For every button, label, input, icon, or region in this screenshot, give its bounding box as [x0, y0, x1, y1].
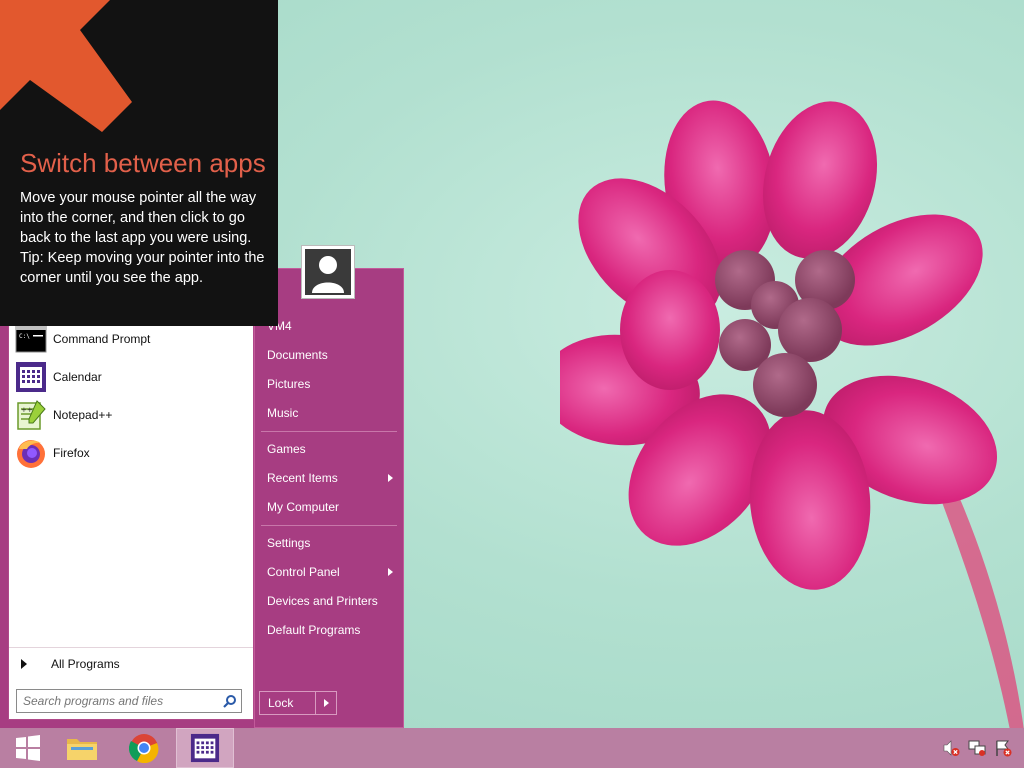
start-button[interactable] — [0, 728, 56, 768]
program-item-calendar[interactable]: Calendar — [13, 359, 249, 395]
place-item-games[interactable]: Games — [261, 436, 399, 462]
programs-pane: C:\ Command Prompt Calendar ++ Notepad++… — [8, 268, 254, 720]
hot-corner-tip: Switch between apps Move your mouse poin… — [0, 0, 278, 326]
user-avatar[interactable] — [301, 245, 355, 299]
start-menu-frame-bottom — [0, 720, 254, 728]
search-box[interactable] — [16, 689, 242, 713]
all-programs-label: All Programs — [51, 657, 120, 671]
program-item-notepad-plus-plus[interactable]: ++ Notepad++ — [13, 397, 249, 433]
program-item-firefox[interactable]: Firefox — [13, 435, 249, 471]
place-item-recent-items[interactable]: Recent Items — [261, 465, 399, 491]
search-icon[interactable] — [223, 694, 237, 708]
taskbar — [0, 728, 1024, 768]
chrome-icon — [129, 734, 159, 763]
submenu-arrow-icon — [388, 568, 393, 576]
svg-text:C:\: C:\ — [19, 333, 30, 340]
place-item-devices-and-printers[interactable]: Devices and Printers — [261, 588, 399, 614]
volume-muted-icon[interactable] — [942, 739, 960, 757]
tip-hint: Tip: Keep moving your pointer into the c… — [20, 250, 265, 286]
place-item-user[interactable]: VM4 — [261, 313, 399, 339]
windows-logo-icon — [16, 735, 40, 761]
program-item-command-prompt[interactable]: C:\ Command Prompt — [13, 321, 249, 357]
divider — [261, 525, 397, 526]
lock-button[interactable]: Lock — [260, 692, 316, 714]
lock-button-group: Lock — [259, 691, 337, 715]
tip-title: Switch between apps — [20, 148, 266, 178]
places-pane: VM4 Documents Pictures Music Games Recen… — [254, 268, 404, 728]
svg-text:++: ++ — [21, 406, 33, 414]
submenu-arrow-icon — [388, 474, 393, 482]
triangle-right-icon — [21, 659, 27, 669]
place-item-pictures[interactable]: Pictures — [261, 371, 399, 397]
place-item-default-programs[interactable]: Default Programs — [261, 617, 399, 643]
taskbar-calendar[interactable] — [176, 728, 234, 768]
place-item-documents[interactable]: Documents — [261, 342, 399, 368]
program-label: Command Prompt — [53, 332, 151, 346]
network-icon[interactable] — [968, 739, 986, 757]
taskbar-file-explorer[interactable] — [54, 728, 110, 768]
calendar-icon — [190, 733, 220, 763]
all-programs-button[interactable]: All Programs — [17, 651, 247, 677]
divider — [9, 647, 253, 648]
divider — [261, 431, 397, 432]
place-item-music[interactable]: Music — [261, 400, 399, 426]
triangle-right-icon — [323, 699, 329, 707]
program-label: Firefox — [53, 446, 90, 460]
shutdown-options-button[interactable] — [316, 692, 336, 714]
place-item-settings[interactable]: Settings — [261, 530, 399, 556]
search-input[interactable] — [23, 691, 213, 711]
start-menu: C:\ Command Prompt Calendar ++ Notepad++… — [0, 268, 404, 728]
file-explorer-icon — [67, 739, 97, 760]
place-item-my-computer[interactable]: My Computer — [261, 494, 399, 520]
wallpaper-flower — [560, 100, 1024, 730]
taskbar-chrome[interactable] — [116, 728, 172, 768]
calendar-icon — [16, 362, 46, 392]
notepad-plus-plus-icon: ++ — [17, 400, 46, 430]
action-center-icon[interactable] — [994, 739, 1012, 757]
program-label: Notepad++ — [53, 408, 113, 422]
program-label: Calendar — [53, 370, 102, 384]
firefox-icon — [17, 440, 45, 468]
user-icon — [305, 249, 351, 295]
command-prompt-icon: C:\ — [15, 325, 47, 353]
corner-arrow-icon — [0, 0, 132, 132]
system-tray — [942, 728, 1012, 768]
tip-body: Move your mouse pointer all the way into… — [20, 188, 270, 288]
place-item-control-panel[interactable]: Control Panel — [261, 559, 399, 585]
desktop[interactable]: C:\ Command Prompt Calendar ++ Notepad++… — [0, 0, 1024, 768]
tip-description: Move your mouse pointer all the way into… — [20, 190, 257, 246]
